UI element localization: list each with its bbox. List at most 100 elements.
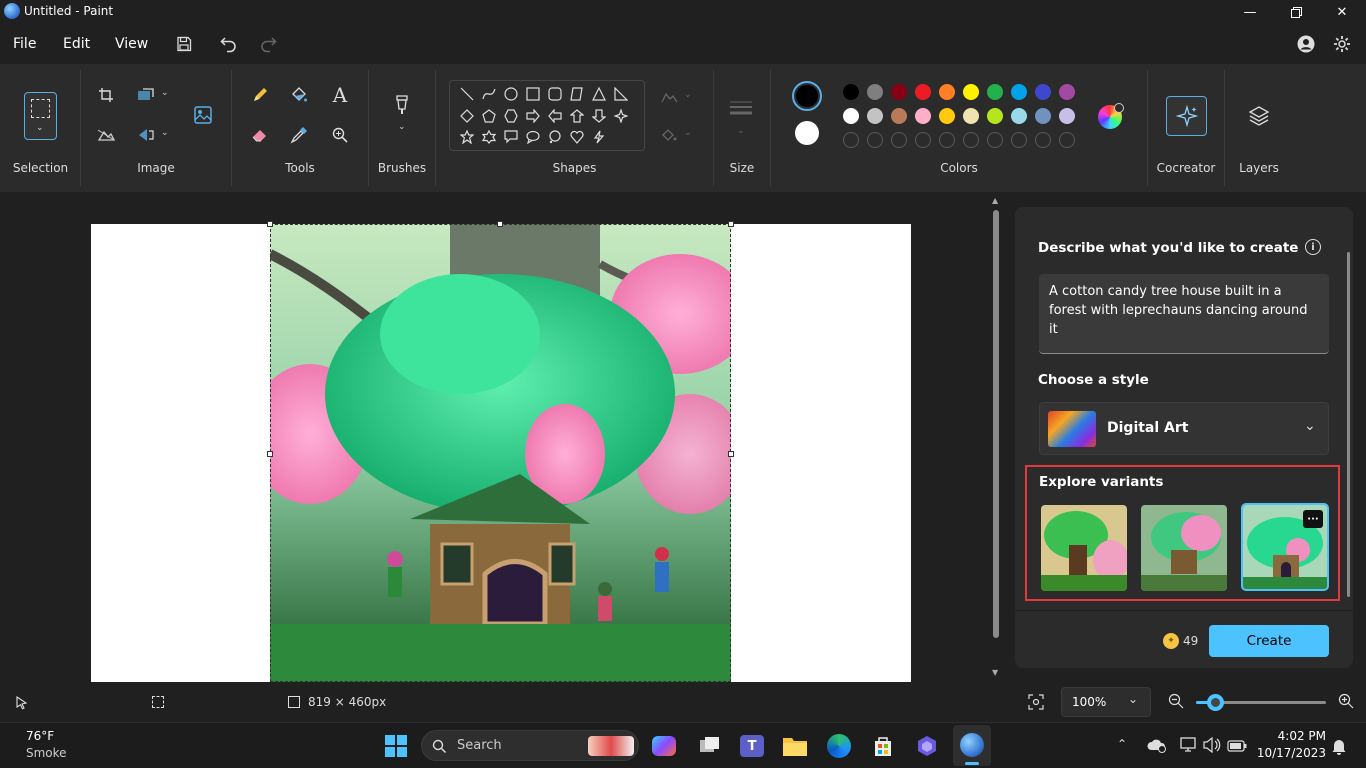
palette-color-swatch[interactable] [963,108,979,124]
right-arrow-shape-icon[interactable] [524,107,542,125]
weather-temperature[interactable]: 76°F [26,729,54,743]
selection-marquee[interactable] [270,224,731,682]
network-icon[interactable] [1179,737,1197,757]
palette-color-swatch[interactable] [1035,84,1051,100]
image-picture-icon[interactable] [190,102,216,128]
palette-color-swatch[interactable] [891,84,907,100]
custom-color-slot[interactable] [891,132,907,148]
save-icon[interactable] [172,32,196,56]
palette-color-swatch[interactable] [891,108,907,124]
palette-color-swatch[interactable] [1011,84,1027,100]
pentagon-shape-icon[interactable] [480,107,498,125]
custom-color-slot[interactable] [987,132,1003,148]
show-hidden-icons-chevron-icon[interactable]: ⌃ [1117,737,1127,751]
six-point-star-shape-icon[interactable] [480,128,498,146]
polygon-shape-icon[interactable] [568,85,586,103]
resize-handle[interactable] [267,221,273,227]
chevron-down-icon[interactable]: ⌄ [161,128,169,138]
hexagon-shape-icon[interactable] [502,107,520,125]
crop-icon[interactable] [93,82,119,108]
chevron-down-icon[interactable]: ⌄ [398,122,406,132]
primary-color-swatch[interactable] [792,81,822,111]
text-icon[interactable]: A [327,82,353,108]
down-arrow-shape-icon[interactable] [590,107,608,125]
palette-color-swatch[interactable] [1011,108,1027,124]
fit-to-window-icon[interactable] [1028,694,1044,714]
chevron-down-icon[interactable]: ⌄ [737,126,745,136]
rotate-icon[interactable] [133,122,159,148]
palette-color-swatch[interactable] [843,84,859,100]
palette-color-swatch[interactable] [915,108,931,124]
teams-icon[interactable]: T [738,732,766,760]
edge-browser-icon[interactable] [825,732,853,760]
zoom-out-icon[interactable] [1168,693,1184,713]
power-automate-icon[interactable] [913,732,941,760]
custom-color-slot[interactable] [843,132,859,148]
variant-thumbnail-2[interactable] [1141,505,1227,591]
pencil-icon[interactable] [247,82,273,108]
settings-gear-icon[interactable] [1330,32,1354,56]
taskbar-search-box[interactable]: Search [421,730,639,761]
rectangular-callout-shape-icon[interactable] [502,128,520,146]
up-arrow-shape-icon[interactable] [568,107,586,125]
scrollbar-thumb[interactable] [993,210,999,638]
chevron-down-icon[interactable]: ⌄ [161,88,169,98]
copilot-icon[interactable] [650,732,678,760]
zoom-slider[interactable] [1196,694,1326,711]
outline-icon[interactable] [657,84,683,110]
fill-bucket-icon[interactable] [286,82,312,108]
style-dropdown[interactable]: Digital Art ⌄ [1039,402,1329,455]
chevron-down-icon[interactable]: ⌄ [684,128,692,138]
zoom-slider-thumb[interactable] [1207,694,1224,711]
palette-color-swatch[interactable] [939,84,955,100]
cloud-callout-shape-icon[interactable] [546,128,564,146]
resize-icon[interactable] [133,82,159,108]
palette-color-swatch[interactable] [867,84,883,100]
scroll-up-arrow-icon[interactable]: ▲ [992,196,998,205]
windows-start-icon[interactable] [382,732,410,760]
weather-description[interactable]: Smoke [26,746,67,760]
palette-color-swatch[interactable] [867,108,883,124]
fill-icon[interactable] [657,122,683,148]
custom-color-slot[interactable] [963,132,979,148]
file-menu[interactable]: File [13,36,36,52]
color-picker-icon[interactable] [286,122,312,148]
layers-icon[interactable] [1246,103,1272,129]
restore-button[interactable] [1273,0,1319,24]
chevron-down-icon[interactable]: ⌄ [684,90,692,100]
diamond-shape-icon[interactable] [458,107,476,125]
left-arrow-shape-icon[interactable] [546,107,564,125]
paint-taskbar-button-active[interactable] [953,725,991,766]
background-removal-icon[interactable] [93,122,119,148]
oval-callout-shape-icon[interactable] [524,128,542,146]
resize-handle[interactable] [497,221,503,227]
create-button[interactable]: Create [1209,625,1329,657]
custom-color-slot[interactable] [1059,132,1075,148]
task-view-icon[interactable] [696,732,724,760]
zoom-in-icon[interactable] [1338,693,1354,713]
microsoft-store-icon[interactable] [869,732,897,760]
custom-color-slot[interactable] [867,132,883,148]
magnifier-icon[interactable] [327,122,353,148]
triangle-shape-icon[interactable] [590,85,608,103]
four-point-star-shape-icon[interactable] [612,107,630,125]
palette-color-swatch[interactable] [1035,108,1051,124]
resize-handle[interactable] [728,451,734,457]
scroll-down-arrow-icon[interactable]: ▼ [992,668,998,677]
custom-color-slot[interactable] [939,132,955,148]
prompt-textarea[interactable]: A cotton candy tree house built in a for… [1039,274,1329,354]
volume-icon[interactable] [1203,736,1221,757]
palette-color-swatch[interactable] [987,108,1003,124]
edit-colors-wheel-icon[interactable] [1098,103,1124,129]
info-icon[interactable]: i [1305,239,1321,255]
right-triangle-shape-icon[interactable] [612,85,630,103]
vertical-scrollbar[interactable]: ▲ ▼ [990,196,1002,680]
rounded-rectangle-shape-icon[interactable] [546,85,564,103]
close-button[interactable]: ✕ [1319,0,1365,24]
onedrive-cloud-icon[interactable] [1147,737,1167,757]
cocreator-button[interactable] [1166,96,1207,136]
panel-scrollbar[interactable] [1347,252,1350,597]
five-point-star-shape-icon[interactable] [458,128,476,146]
custom-color-slot[interactable] [1011,132,1027,148]
line-shape-icon[interactable] [458,85,476,103]
